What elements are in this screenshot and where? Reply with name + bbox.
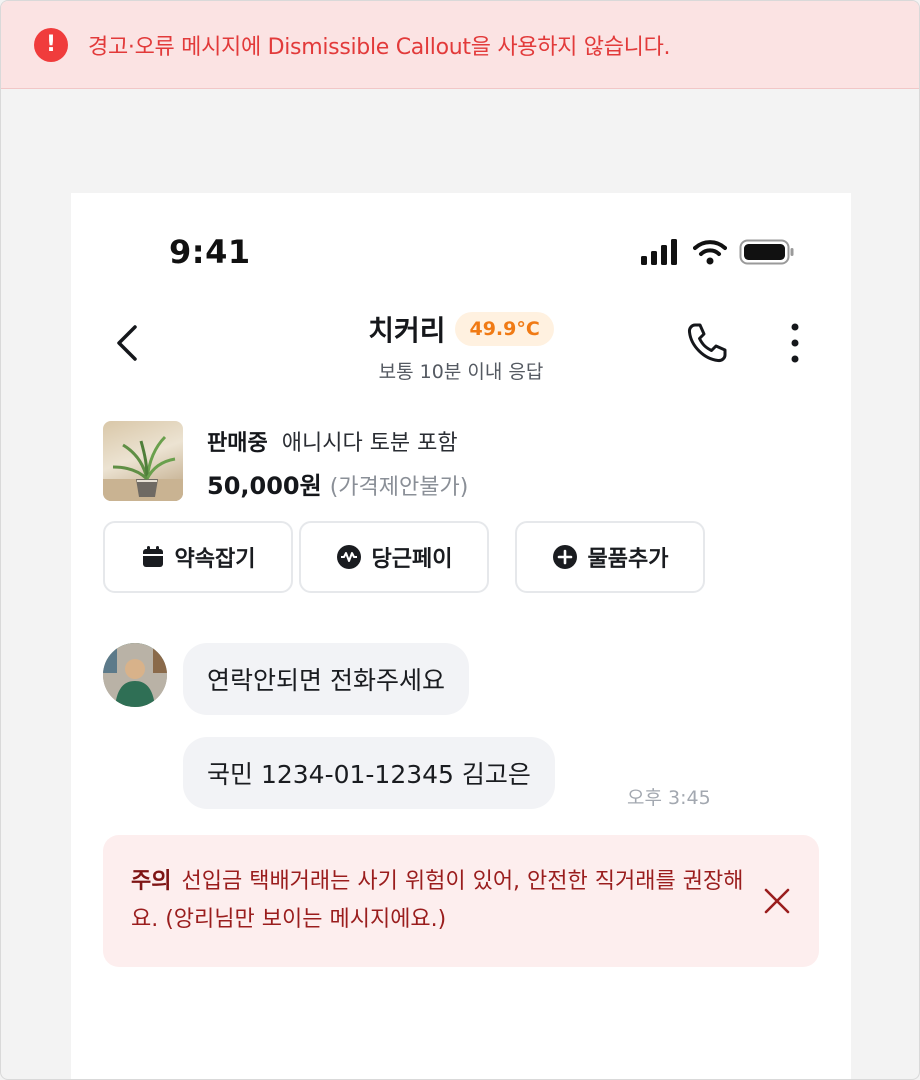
add-item-label: 물품추가: [587, 547, 669, 572]
chat-header: 치커리 49.9°C 보통 10분 이내 응답: [71, 303, 851, 393]
pay-icon: [336, 545, 361, 569]
message-bubble[interactable]: 연락안되면 전화주세요: [183, 643, 469, 715]
product-price: 50,000원: [207, 472, 322, 500]
more-vertical-icon[interactable]: [783, 321, 807, 365]
message-text: 국민 1234-01-12345 김고은: [207, 760, 531, 789]
action-buttons: 약속잡기 당근페이 물품추가: [103, 521, 823, 593]
appointment-label: 약속잡기: [174, 547, 256, 572]
pay-button[interactable]: 당근페이: [299, 521, 489, 593]
message-bubble[interactable]: 국민 1234-01-12345 김고은: [183, 737, 555, 809]
price-note: (가격제안불가): [329, 475, 469, 500]
pay-label: 당근페이: [371, 547, 453, 572]
wifi-icon: [693, 240, 727, 265]
sale-status: 판매중: [207, 431, 268, 456]
plus-circle-icon: [552, 545, 577, 569]
screen-frame: ! 경고·오류 메시지에 Dismissible Callout을 사용하지 않…: [0, 0, 920, 1080]
signal-icon: [641, 239, 677, 265]
close-icon[interactable]: [761, 885, 793, 917]
callout-text: 주의 선입금 택배거래는 사기 위험이 있어, 안전한 직거래를 권장해요. (앙…: [131, 863, 751, 939]
calendar-icon: [142, 546, 163, 567]
manner-temperature-badge: 49.9°C: [455, 312, 554, 346]
avatar[interactable]: [103, 643, 167, 707]
status-time: 9:41: [169, 233, 251, 271]
add-item-button[interactable]: 물품추가: [515, 521, 705, 593]
response-time-text: 보통 10분 이내 응답: [378, 361, 544, 383]
product-summary[interactable]: 판매중 애니시다 토분 포함 50,000원 (가격제안불가): [103, 421, 823, 503]
message-time: 오후 3:45: [627, 787, 711, 809]
status-bar: 9:41: [71, 223, 851, 283]
page-title: 치커리: [368, 314, 446, 347]
battery-icon: [739, 239, 794, 265]
banner-text: 경고·오류 메시지에 Dismissible Callout을 사용하지 않습니…: [88, 34, 671, 60]
header-title-block: 치커리 49.9°C 보통 10분 이내 응답: [71, 309, 851, 384]
status-icons: [641, 239, 795, 265]
product-name: 애니시다 토분 포함: [281, 431, 458, 456]
product-thumbnail: [103, 421, 183, 501]
appointment-button[interactable]: 약속잡기: [103, 521, 293, 593]
alert-circle-icon: !: [34, 27, 68, 62]
message-text: 연락안되면 전화주세요: [207, 666, 445, 695]
warning-callout: 주의 선입금 택배거래는 사기 위험이 있어, 안전한 직거래를 권장해요. (앙…: [103, 835, 819, 967]
callout-body: 선입금 택배거래는 사기 위험이 있어, 안전한 직거래를 권장해요. (앙리님…: [131, 869, 744, 932]
callout-title: 주의: [131, 869, 172, 894]
phone-screen: 9:41 치커리 49.9°C 보통 10분 이내 응답 판매중 애니시다 토분…: [71, 193, 851, 1079]
avatar-photo: [103, 643, 167, 707]
phone-icon[interactable]: [683, 319, 731, 367]
plant-photo: [103, 435, 183, 501]
guideline-banner: ! 경고·오류 메시지에 Dismissible Callout을 사용하지 않…: [1, 1, 919, 89]
